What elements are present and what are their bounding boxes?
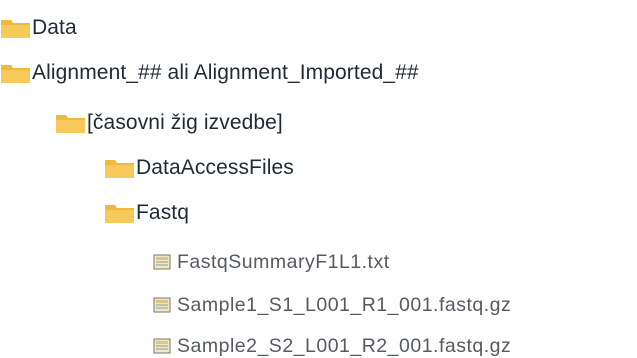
tree-item-label: Data <box>32 16 77 39</box>
folder-icon <box>56 115 85 133</box>
file-icon <box>153 254 171 270</box>
tree-item-label: Alignment_## ali Alignment_Imported_## <box>32 61 419 84</box>
folder-icon <box>105 205 134 223</box>
tree-item-run-timestamp[interactable]: [časovni žig izvedbe] <box>55 110 283 136</box>
file-icon <box>153 338 171 354</box>
tree-item-label: Sample2_S2_L001_R2_001.fastq.gz <box>177 335 512 357</box>
folder-icon <box>1 20 30 38</box>
tree-item-label: Sample1_S1_L001_R1_001.fastq.gz <box>177 294 512 316</box>
tree-item-label: DataAccessFiles <box>136 156 294 179</box>
tree-item-fastq[interactable]: Fastq <box>104 200 189 226</box>
tree-item-sample2[interactable]: Sample2_S2_L001_R2_001.fastq.gz <box>153 334 511 358</box>
tree-item-label: Fastq <box>136 201 190 224</box>
tree-item-label: FastqSummaryF1L1.txt <box>177 251 390 273</box>
folder-icon <box>1 65 30 83</box>
tree-item-data[interactable]: Data <box>0 15 77 41</box>
tree-item-alignment[interactable]: Alignment_## ali Alignment_Imported_## <box>0 60 419 86</box>
tree-item-dataaccessfiles[interactable]: DataAccessFiles <box>104 155 294 181</box>
tree-item-label: [časovni žig izvedbe] <box>87 111 283 134</box>
folder-icon <box>105 160 134 178</box>
tree-item-sample1[interactable]: Sample1_S1_L001_R1_001.fastq.gz <box>153 293 511 317</box>
folder-tree: Data Alignment_## ali Alignment_Imported… <box>0 0 637 358</box>
tree-item-fastq-summary[interactable]: FastqSummaryF1L1.txt <box>153 250 390 274</box>
file-icon <box>153 297 171 313</box>
